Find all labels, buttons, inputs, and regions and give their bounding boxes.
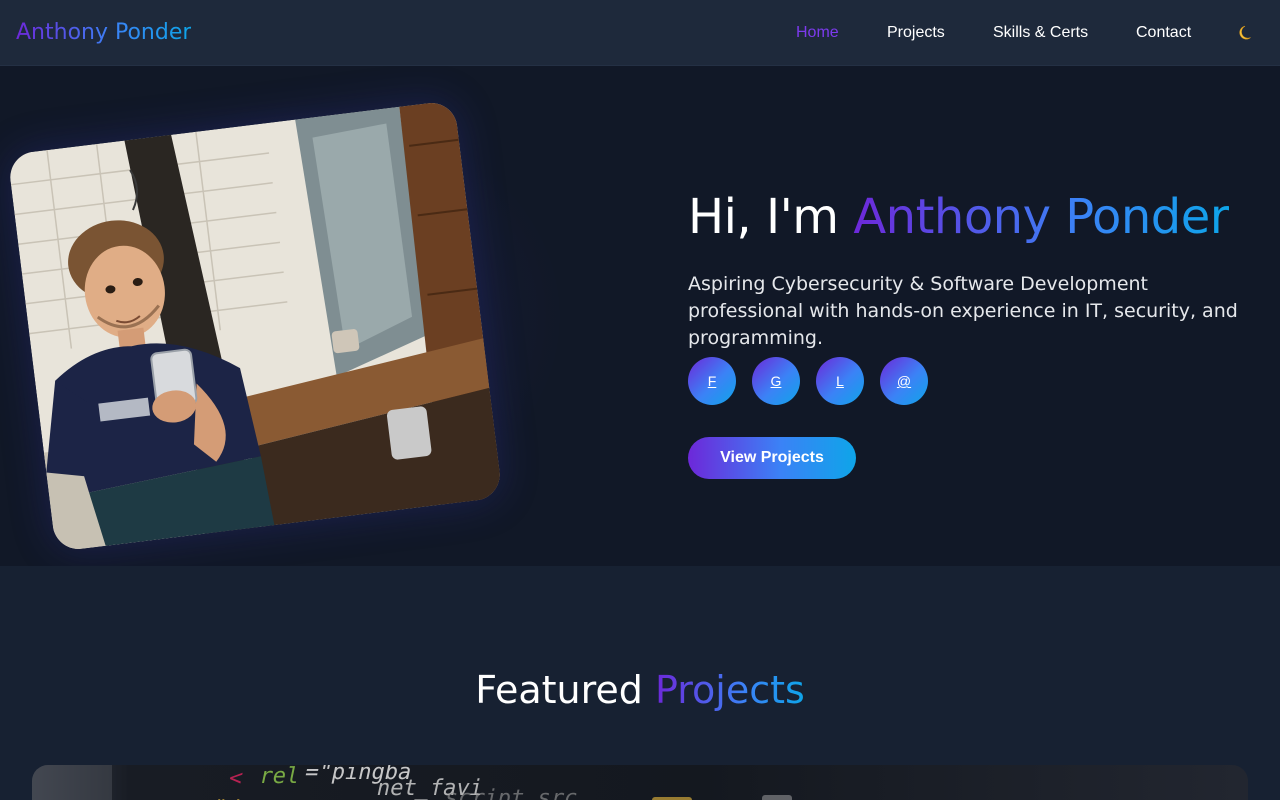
svg-text:script src: script src <box>442 785 580 800</box>
facebook-link[interactable]: F <box>688 357 736 405</box>
project-card[interactable]: < rel ="pingba net_favi script src "/> <box>32 765 1248 800</box>
featured-projects-section: Featured Projects < rel ="pingba net_fav… <box>0 566 1280 800</box>
nav-link-skills-certs[interactable]: Skills & Certs <box>993 23 1088 43</box>
hero-subtitle: Aspiring Cybersecurity & Software Develo… <box>688 273 1238 349</box>
top-navigation-bar: Anthony Ponder Home Projects Skills & Ce… <box>0 0 1280 66</box>
featured-projects-heading: Featured Projects <box>0 666 1280 714</box>
project-thumbnail-code-image: < rel ="pingba net_favi script src "/> <box>32 765 792 800</box>
svg-text:"/>: "/> <box>210 795 255 800</box>
nav-link-home[interactable]: Home <box>796 23 839 43</box>
profile-portrait-illustration <box>7 100 503 552</box>
linkedin-link[interactable]: L <box>816 357 864 405</box>
nav-links: Home Projects Skills & Certs Contact <box>0 23 1280 43</box>
email-link[interactable]: @ <box>880 357 928 405</box>
hero-heading: Hi, I'm Anthony Ponder <box>688 189 1230 245</box>
featured-title-plain: Featured <box>475 668 655 712</box>
theme-toggle-button[interactable] <box>1236 22 1258 44</box>
social-links: F G L @ <box>688 357 948 405</box>
moon-icon <box>1239 25 1251 40</box>
view-projects-button[interactable]: View Projects <box>688 437 856 479</box>
nav-link-projects[interactable]: Projects <box>887 23 945 43</box>
featured-title-accent: Projects <box>654 668 805 712</box>
github-link[interactable]: G <box>752 357 800 405</box>
hero-name: Anthony Ponder <box>853 189 1230 245</box>
hero-section: Hi, I'm Anthony Ponder Aspiring Cybersec… <box>0 66 1280 566</box>
nav-link-contact[interactable]: Contact <box>1136 23 1191 43</box>
svg-text:rel: rel <box>257 765 302 789</box>
svg-text:<: < <box>226 765 245 791</box>
profile-portrait <box>7 100 503 552</box>
hero-greeting: Hi, I'm <box>688 189 854 245</box>
